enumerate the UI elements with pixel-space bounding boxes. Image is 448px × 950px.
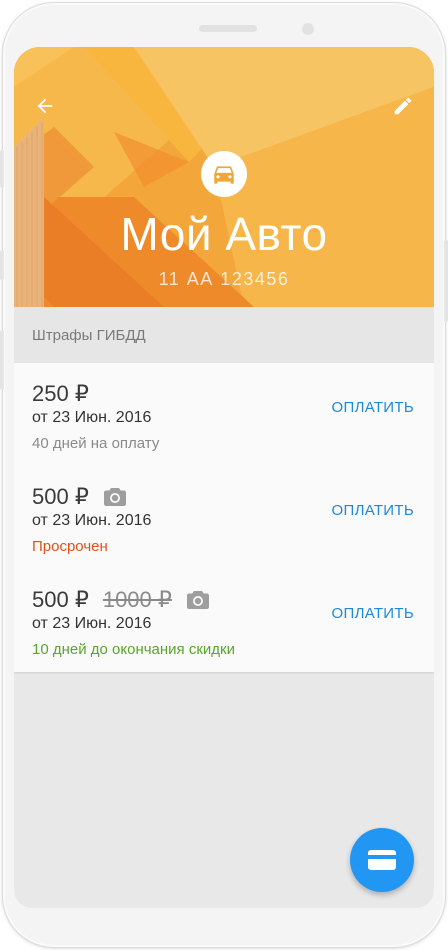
fine-date: от 23 Июн. 2016: [32, 512, 152, 529]
fine-amount-row: 500 ₽ 1000 ₽: [32, 587, 210, 613]
fine-amount-row: 250 ₽: [32, 381, 89, 407]
pencil-icon: [394, 97, 412, 115]
edit-button[interactable]: [388, 91, 418, 121]
fine-amount-row: 500 ₽: [32, 484, 127, 510]
car-icon: [214, 166, 234, 184]
fine-old-amount: 1000 ₽: [102, 587, 172, 612]
pay-card-fab[interactable]: [350, 828, 414, 892]
fine-status: 10 дней до окончания скидки: [32, 641, 235, 658]
fine-amount: 250 ₽: [32, 381, 89, 406]
fine-status: 40 дней на оплату: [32, 435, 160, 452]
fine-amount: 500 ₽: [32, 484, 89, 509]
license-plate: 11 АА 123456: [158, 269, 290, 289]
volume-button: [0, 150, 4, 188]
fine-status: Просрочен: [32, 538, 108, 555]
fine-item[interactable]: 500 ₽ от 23 Июн. 2016 Просрочен ОПЛАТИТЬ: [14, 466, 434, 569]
power-button: [444, 240, 448, 322]
front-camera: [302, 23, 314, 35]
camera-icon: [186, 591, 209, 609]
car-badge: [201, 151, 247, 197]
section-header: Штрафы ГИБДД: [14, 307, 434, 363]
fine-date: от 23 Июн. 2016: [32, 409, 152, 426]
photo-button[interactable]: [103, 486, 127, 508]
car-header: Мой Авто 11 АА 123456: [14, 47, 434, 307]
app-screen: Мой Авто 11 АА 123456 Штрафы ГИБДД 250 ₽…: [14, 47, 434, 908]
credit-card-icon: [368, 850, 396, 870]
volume-button: [0, 250, 4, 280]
pay-button[interactable]: ОПЛАТИТЬ: [332, 605, 414, 622]
pay-button[interactable]: ОПЛАТИТЬ: [332, 399, 414, 416]
car-title: Мой Авто: [120, 208, 328, 260]
fines-list: 250 ₽ от 23 Июн. 2016 40 дней на оплату …: [14, 363, 434, 672]
fine-item[interactable]: 250 ₽ от 23 Июн. 2016 40 дней на оплату …: [14, 363, 434, 466]
pay-button[interactable]: ОПЛАТИТЬ: [332, 502, 414, 519]
fine-item[interactable]: 500 ₽ 1000 ₽ от 23 Июн. 2016 10 дней до …: [14, 569, 434, 672]
photo-button[interactable]: [186, 589, 210, 611]
fine-amount: 500 ₽: [32, 587, 89, 612]
fine-date: от 23 Июн. 2016: [32, 615, 152, 632]
bixby-button: [0, 330, 4, 390]
back-button[interactable]: [30, 91, 60, 121]
arrow-back-icon: [37, 98, 53, 114]
section-title: Штрафы ГИБДД: [32, 327, 146, 344]
speaker-grille: [199, 25, 257, 32]
camera-icon: [103, 488, 126, 506]
